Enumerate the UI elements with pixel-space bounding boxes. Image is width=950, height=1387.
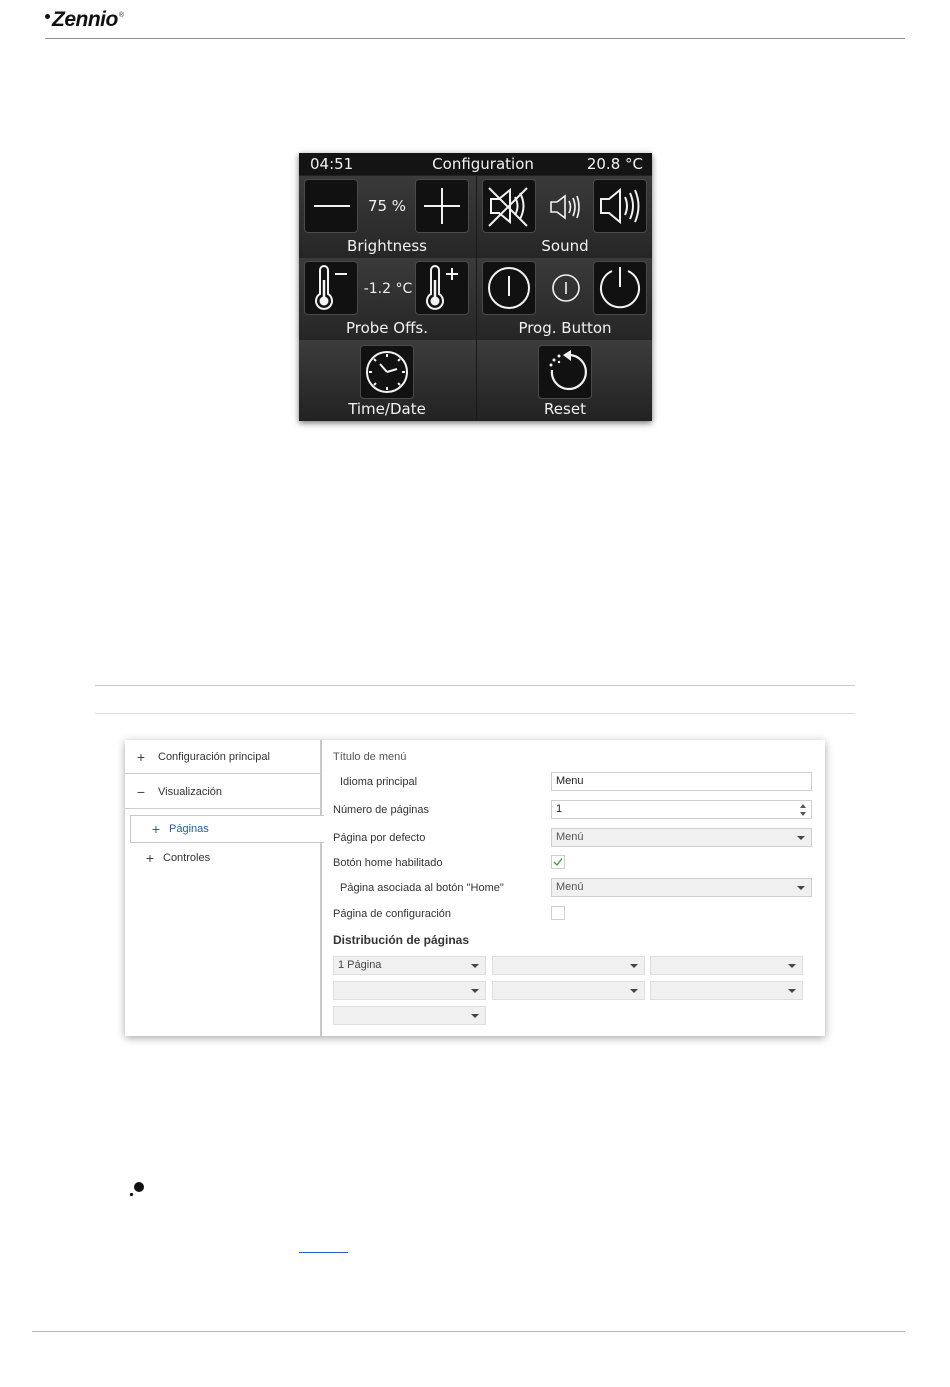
tree-item-configuracion-principal[interactable]: + Configuración principal (125, 740, 322, 774)
chevron-down-icon (797, 836, 805, 840)
distribution-select-1[interactable]: 1 Página (333, 956, 486, 975)
home-enabled-label: Botón home habilitado (333, 857, 443, 869)
logo-dot-icon (45, 13, 50, 19)
prog-off-icon (488, 267, 530, 309)
screen-temperature: 20.8 °C (586, 155, 643, 173)
tree-item-visualizacion[interactable]: − Visualización (125, 775, 322, 809)
config-page-checkbox[interactable] (551, 906, 565, 920)
page-distribution-title: Distribución de páginas (333, 933, 470, 947)
default-page-label: Página por defecto (333, 832, 426, 844)
distribution-select-2[interactable] (492, 956, 645, 975)
home-enabled-checkbox[interactable] (551, 855, 565, 869)
chevron-down-icon (630, 989, 638, 993)
prog-off-button[interactable] (482, 261, 536, 315)
probe-offset-plus-button[interactable] (415, 261, 469, 315)
tree-item-controles[interactable]: + Controles (125, 844, 322, 872)
speaker-low-icon (546, 189, 582, 225)
prog-on-button[interactable] (593, 261, 647, 315)
prog-button-label: Prog. Button (518, 319, 612, 337)
reset-button[interactable] (538, 345, 592, 399)
section-divider-top (95, 685, 855, 686)
zennio-bullet-icon (128, 1180, 146, 1198)
screen-row-1: 75 % Brightness Sound (299, 176, 652, 258)
checkmark-icon (553, 858, 563, 867)
expand-icon: + (136, 748, 146, 765)
minus-icon (314, 205, 350, 207)
distribution-select-3[interactable] (650, 956, 803, 975)
collapse-icon: − (136, 783, 146, 800)
probe-offset-label: Probe Offs. (345, 319, 429, 337)
chevron-down-icon (471, 989, 479, 993)
thermometer-minus-icon (315, 265, 347, 310)
sound-label: Sound (541, 237, 589, 255)
brightness-value: 75 % (367, 197, 407, 215)
distribution-select-7[interactable] (333, 1006, 486, 1025)
plus-icon (424, 188, 460, 224)
language-input[interactable]: Menu (551, 772, 812, 791)
brightness-plus-button[interactable] (415, 179, 469, 233)
default-page-select[interactable]: Menú (551, 828, 812, 847)
time-date-label: Time/Date (348, 400, 426, 418)
config-page-label: Página de configuración (333, 908, 452, 920)
screen-status-bar: 04:51 Configuration 20.8 °C (299, 153, 652, 175)
probe-offset-value: -1.2 °C (363, 281, 413, 297)
clock-icon (366, 351, 408, 393)
tree-item-paginas[interactable]: + Páginas (130, 815, 324, 843)
probe-offset-minus-button[interactable] (304, 261, 358, 315)
chevron-down-icon (797, 886, 805, 890)
prog-led-icon (550, 272, 582, 304)
logo-text: Zennio (52, 8, 118, 31)
chevron-down-icon (630, 964, 638, 968)
speaker-high-icon (600, 187, 640, 225)
footer-divider (32, 1331, 905, 1332)
chevron-down-icon (788, 964, 796, 968)
menu-title-heading: Título de menú (333, 751, 407, 763)
screen-row-3: Time/Date Reset (299, 340, 652, 421)
language-label: Idioma principal (340, 776, 418, 788)
time-date-button[interactable] (360, 345, 414, 399)
thermometer-plus-icon (426, 265, 458, 310)
parameter-tree: + Configuración principal − Visualizació… (125, 740, 324, 1036)
sound-high-button[interactable] (593, 179, 647, 233)
header-divider (45, 38, 905, 39)
ets-parameter-panel: + Configuración principal − Visualizació… (125, 740, 825, 1036)
section-divider-bottom (95, 713, 855, 714)
reset-icon (549, 350, 587, 391)
brightness-minus-button[interactable] (304, 179, 358, 233)
distribution-select-4[interactable] (333, 981, 486, 1000)
stepper-up-icon[interactable] (800, 804, 806, 808)
screen-title: Configuration (432, 155, 534, 173)
chevron-down-icon (471, 1014, 479, 1018)
distribution-select-5[interactable] (492, 981, 645, 1000)
reset-label: Reset (544, 400, 586, 418)
logo-registered-mark: ® (118, 11, 124, 19)
home-page-select[interactable]: Menú (551, 878, 812, 897)
mute-speaker-icon (488, 187, 528, 227)
hyperlink-underline[interactable] (299, 1252, 348, 1253)
screen-row-2: -1.2 °C Probe Offs. Prog. Button (299, 258, 652, 340)
distribution-select-6[interactable] (650, 981, 803, 1000)
chevron-down-icon (788, 989, 796, 993)
stepper-down-icon[interactable] (800, 812, 806, 816)
brightness-label: Brightness (347, 237, 427, 255)
pages-count-stepper[interactable]: 1 (551, 800, 812, 819)
zennio-logo: Zennio ® (45, 6, 124, 34)
expand-icon: + (145, 850, 155, 866)
expand-icon: + (151, 821, 161, 837)
pages-count-label: Número de páginas (333, 804, 430, 816)
home-page-label: Página asociada al botón "Home" (340, 882, 504, 894)
chevron-down-icon (471, 964, 479, 968)
sound-mute-button[interactable] (482, 179, 536, 233)
screen-time: 04:51 (310, 155, 354, 173)
device-config-screen: 04:51 Configuration 20.8 °C 75 % Brightn… (299, 153, 652, 421)
prog-on-icon (600, 267, 640, 309)
